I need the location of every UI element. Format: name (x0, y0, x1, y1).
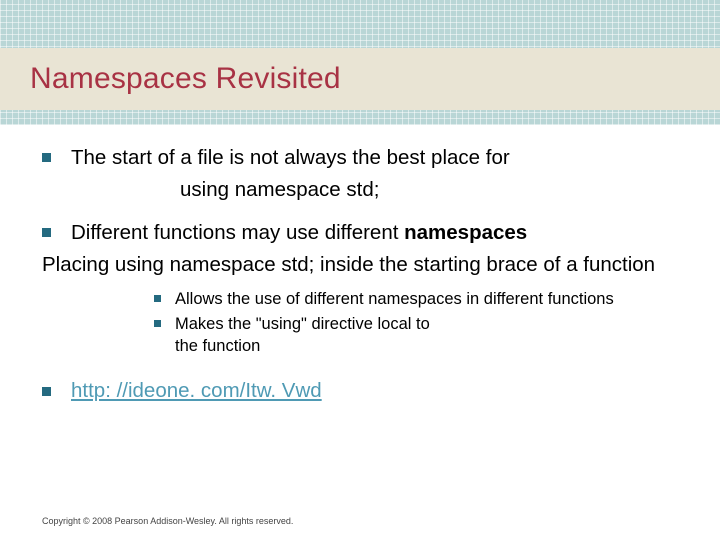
square-bullet-icon (42, 153, 51, 162)
header-band: Namespaces Revisited (0, 0, 720, 125)
square-bullet-icon (42, 228, 51, 237)
sub-bullet-text: Allows the use of different namespaces i… (175, 289, 614, 310)
bullet-text: The start of a file is not always the be… (71, 145, 510, 172)
page-title: Namespaces Revisited (30, 62, 341, 96)
link-bullet: http: //ideone. com/Itw. Vwd (42, 379, 678, 403)
square-bullet-icon (42, 387, 51, 396)
title-bar: Namespaces Revisited (0, 48, 720, 110)
sub-bullet-block: Allows the use of different namespaces i… (154, 289, 678, 357)
content-area: The start of a file is not always the be… (0, 125, 720, 403)
square-bullet-icon (154, 295, 161, 302)
bullet-text: Different functions may use different na… (71, 220, 527, 247)
bullet-item-1: The start of a file is not always the be… (42, 145, 678, 172)
sub-bullet-1: Allows the use of different namespaces i… (154, 289, 678, 310)
copyright-footer: Copyright © 2008 Pearson Addison-Wesley.… (42, 516, 293, 526)
square-bullet-icon (154, 320, 161, 327)
sub-bullet-text: Makes the "using" directive local to the… (175, 314, 430, 357)
bullet-item-2: Different functions may use different na… (42, 220, 678, 247)
paragraph: Placing using namespace std; inside the … (42, 252, 678, 279)
code-line: using namespace std; (42, 178, 678, 202)
sub-bullet-2: Makes the "using" directive local to the… (154, 314, 678, 357)
reference-link[interactable]: http: //ideone. com/Itw. Vwd (71, 379, 322, 403)
